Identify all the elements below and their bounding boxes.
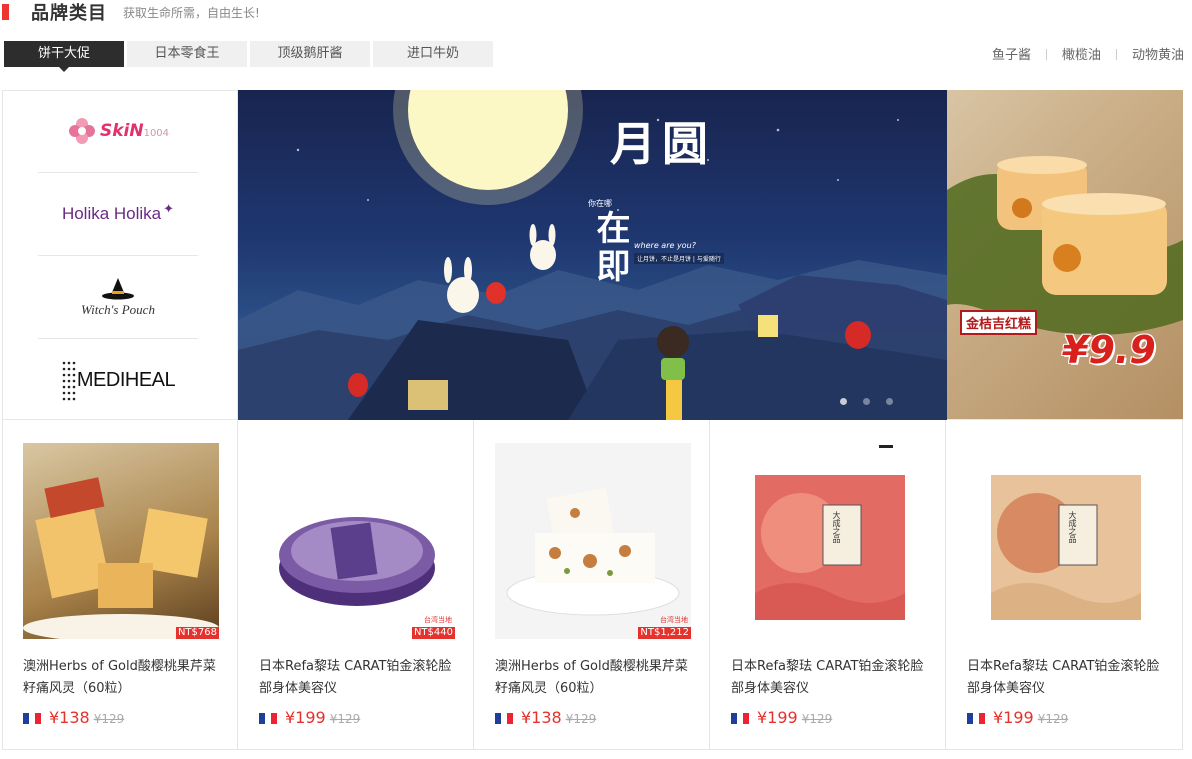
witch-hat-icon <box>102 278 134 300</box>
tab-japan-snacks[interactable]: 日本零食王 <box>127 41 247 67</box>
link-divider <box>1115 49 1117 60</box>
product-list: NT$768 澳洲Herbs of Gold酸樱桃果芹菜籽痛风灵（60粒） ¥1… <box>2 420 1183 750</box>
link-caviar[interactable]: 鱼子酱 <box>992 48 1031 63</box>
current-price: ¥138 <box>49 708 90 727</box>
product-name: 日本Refa黎珐 CARAT铂金滚轮脸部身体美容仪 <box>731 659 924 696</box>
original-price: ¥129 <box>801 712 833 726</box>
france-flag-icon <box>259 713 277 724</box>
current-price: ¥138 <box>521 708 562 727</box>
original-price: ¥129 <box>565 712 597 726</box>
promo-label: 金桔吉红糕 <box>960 310 1038 335</box>
carousel-dot[interactable] <box>840 398 847 405</box>
tab-imported-milk[interactable]: 进口牛奶 <box>373 41 493 67</box>
product-card[interactable]: 台湾当地 NT$1,212 澳洲Herbs of Gold酸樱桃果芹菜籽痛风灵（… <box>474 420 710 750</box>
original-price: ¥129 <box>329 712 361 726</box>
product-price-row: ¥138 ¥129 <box>495 708 596 727</box>
product-image: 台湾当地 NT$1,212 <box>495 443 691 639</box>
box-text: 大成之品 <box>1068 511 1077 543</box>
price-tag: NT$1,212 <box>638 627 691 639</box>
current-price: ¥199 <box>993 708 1034 727</box>
product-price-row: ¥199 ¥129 <box>731 708 832 727</box>
product-name: 日本Refa黎珐 CARAT铂金滚轮脸部身体美容仪 <box>967 659 1160 696</box>
france-flag-icon <box>967 713 985 724</box>
tab-biscuit-sale[interactable]: 饼干大促 <box>4 41 124 72</box>
link-butter[interactable]: 动物黄油 <box>1132 48 1184 63</box>
brand-logo-text: Witch's Pouch <box>81 302 155 317</box>
product-name: 澳洲Herbs of Gold酸樱桃果芹菜籽痛风灵（60粒） <box>23 659 216 696</box>
france-flag-icon <box>731 713 749 724</box>
title-accent-bar <box>2 4 9 20</box>
brand-skin1004[interactable]: SkiN1004 <box>38 90 198 173</box>
banner-vertical-small: 你在哪 <box>588 199 612 208</box>
product-card[interactable]: 大成之品 日本Refa黎珐 CARAT铂金滚轮脸部身体美容仪 ¥199 ¥129 <box>710 420 946 750</box>
pineapple-cake-image <box>23 477 219 639</box>
carousel-dots <box>824 390 893 409</box>
product-card[interactable]: 台湾当地 NT$440 日本Refa黎珐 CARAT铂金滚轮脸部身体美容仪 ¥1… <box>238 420 474 750</box>
brand-mediheal[interactable]: MEDIHEAL <box>38 339 198 422</box>
product-image: 台湾当地 NT$440 <box>259 443 455 639</box>
mediheal-dots-icon <box>62 361 76 400</box>
product-image: 大成之品 <box>967 443 1163 639</box>
price-note: 台湾当地 <box>660 616 688 624</box>
section-title: 品牌类目 <box>31 3 107 24</box>
brand-logo-text: MEDIHEAL <box>76 369 176 391</box>
section-subtitle: 获取生命所需，自由生长! <box>123 6 260 20</box>
tab-foie-gras[interactable]: 顶级鹅肝酱 <box>250 41 370 67</box>
banner-headline-1: 月圆 <box>610 117 714 171</box>
product-image: NT$768 <box>23 443 219 639</box>
current-price: ¥199 <box>757 708 798 727</box>
product-image: 大成之品 <box>731 443 927 639</box>
banner-headline-2: 在即 <box>590 210 630 286</box>
brand-logo-text: SkiN1004 <box>99 121 170 141</box>
tan-gift-box-image <box>991 475 1141 620</box>
price-tag: NT$768 <box>175 627 219 639</box>
box-text: 大成之品 <box>832 511 841 543</box>
butterfly-icon: ✦ <box>163 201 175 217</box>
france-flag-icon <box>23 713 41 724</box>
france-flag-icon <box>495 713 513 724</box>
original-price: ¥129 <box>1037 712 1069 726</box>
original-price: ¥129 <box>93 712 125 726</box>
quick-links: 鱼子酱 橄榄油 动物黄油 <box>992 44 1184 63</box>
tin-balm-image <box>279 517 435 606</box>
section-header: 品牌类目 获取生命所需，自由生长! <box>0 0 1192 24</box>
product-card[interactable]: NT$768 澳洲Herbs of Gold酸樱桃果芹菜籽痛风灵（60粒） ¥1… <box>2 420 238 750</box>
current-price: ¥199 <box>285 708 326 727</box>
brand-holika[interactable]: Holika Holika ✦ <box>38 173 198 256</box>
link-olive-oil[interactable]: 橄榄油 <box>1062 48 1101 63</box>
product-card[interactable]: 大成之品 日本Refa黎珐 CARAT铂金滚轮脸部身体美容仪 ¥199 ¥129 <box>946 420 1182 750</box>
product-name: 澳洲Herbs of Gold酸樱桃果芹菜籽痛风灵（60粒） <box>495 659 688 696</box>
link-divider <box>1045 49 1047 60</box>
skin-flower-icon <box>68 118 95 144</box>
product-price-row: ¥138 ¥129 <box>23 708 124 727</box>
price-tag: NT$440 <box>411 627 455 639</box>
promo-tile[interactable]: 金桔吉红糕 ¥9.9 <box>947 90 1183 420</box>
carousel-dot[interactable] <box>886 398 893 405</box>
red-gift-box-image <box>755 445 905 620</box>
carousel-dot[interactable] <box>863 398 870 405</box>
brand-logo-text: Holika Holika <box>61 204 162 223</box>
promo-price: ¥9.9 <box>1062 328 1156 372</box>
product-price-row: ¥199 ¥129 <box>967 708 1068 727</box>
product-price-row: ¥199 ¥129 <box>259 708 360 727</box>
brand-list: SkiN1004 Holika Holika ✦ Witch's Pouch M… <box>2 90 238 420</box>
banner-caption: 让月饼，不止是月饼 | 与爱随行 <box>634 253 724 264</box>
nougat-image <box>506 488 680 616</box>
banner-tagline: where are you? <box>634 241 696 250</box>
product-name: 日本Refa黎珐 CARAT铂金滚轮脸部身体美容仪 <box>259 659 452 696</box>
mid-autumn-banner[interactable]: 月圆 在即 你在哪 where are you? 让月饼，不止是月饼 | 与爱随… <box>238 90 947 420</box>
brand-witchs-pouch[interactable]: Witch's Pouch <box>38 256 198 339</box>
price-note: 台湾当地 <box>424 616 452 624</box>
